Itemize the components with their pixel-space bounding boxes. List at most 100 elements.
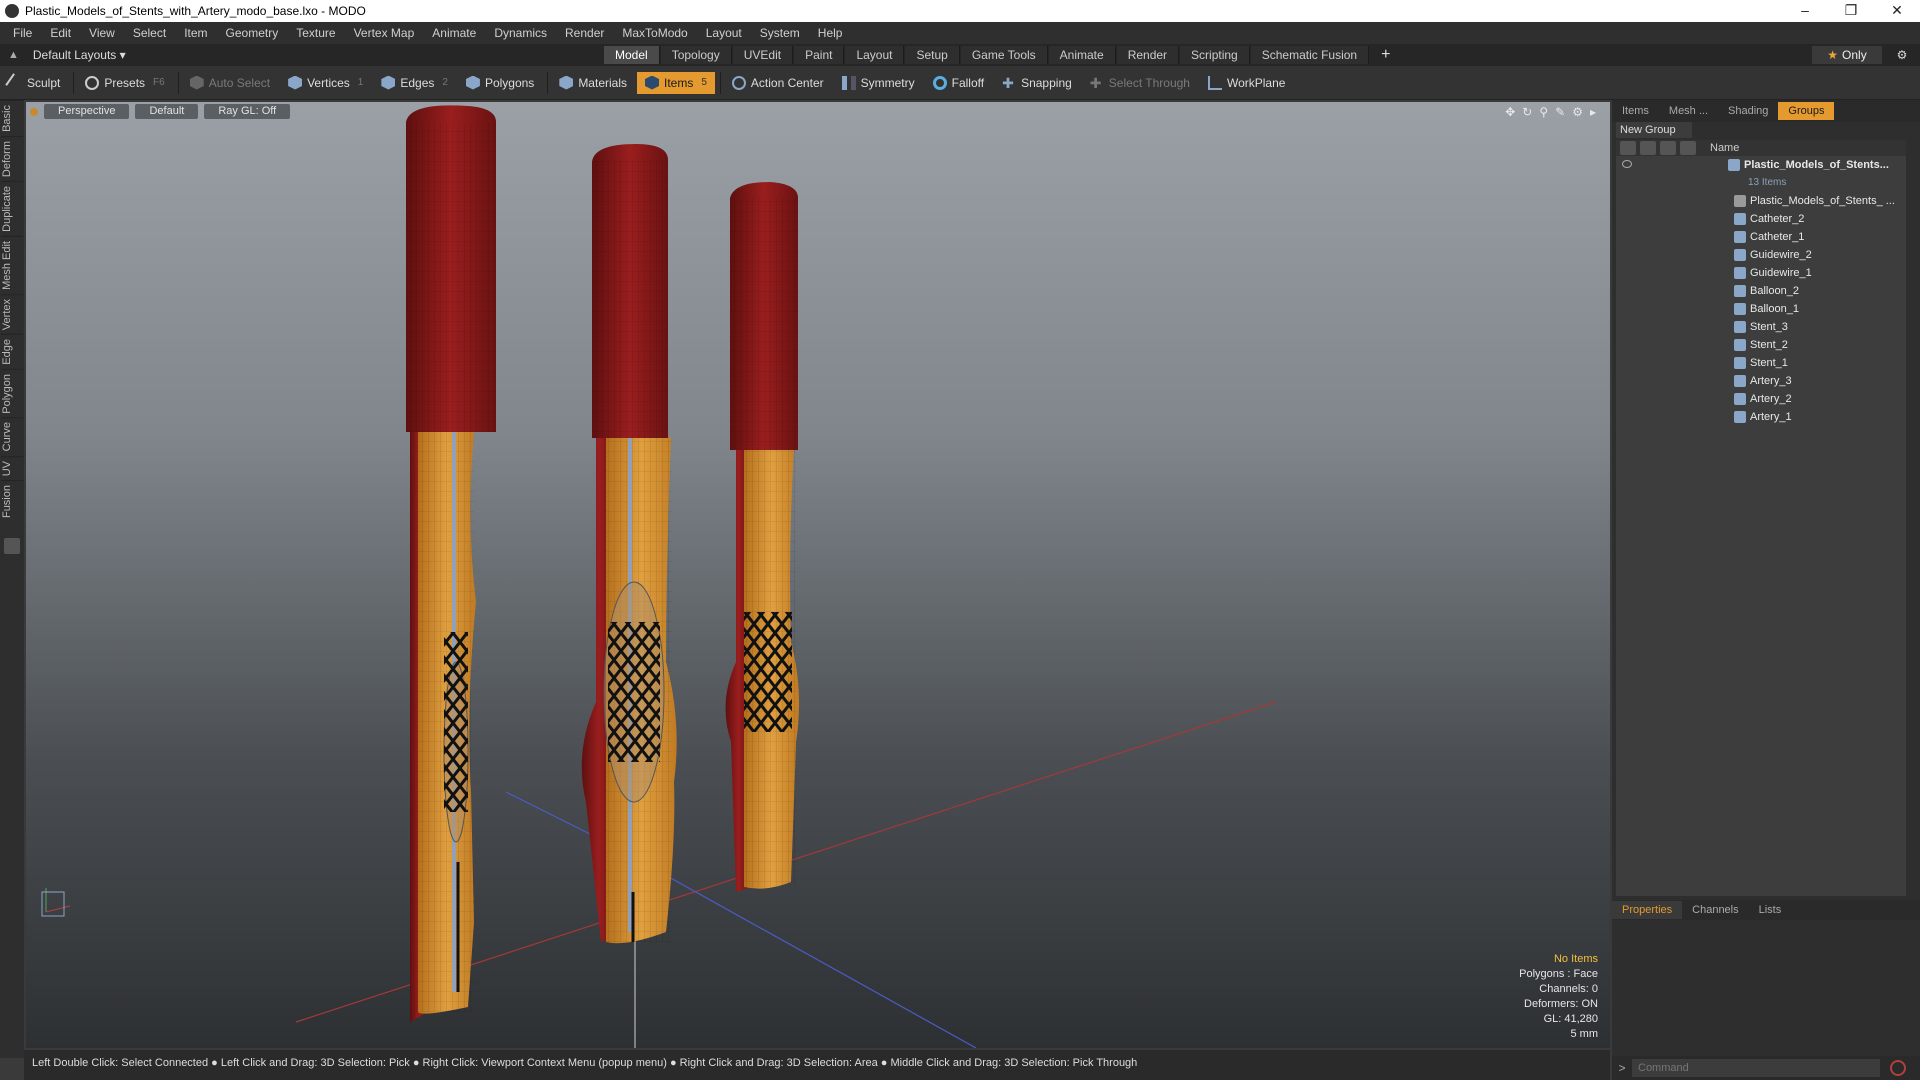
tab-items[interactable]: Items [1612, 102, 1659, 120]
tab-uv[interactable]: UV [1, 455, 23, 481]
lock-column-icon[interactable] [1660, 141, 1676, 155]
menu-system[interactable]: System [751, 26, 809, 40]
shading-dropdown[interactable]: Default [135, 104, 199, 119]
move-view-icon[interactable]: ✥ [1505, 105, 1515, 119]
menu-dynamics[interactable]: Dynamics [485, 26, 556, 40]
zoom-view-icon[interactable]: ⚲ [1539, 105, 1548, 119]
menu-animate[interactable]: Animate [423, 26, 485, 40]
layouts-dropdown[interactable]: Default Layouts ▾ [33, 48, 126, 62]
tree-row[interactable]: Stent_3 [1616, 318, 1906, 336]
polygons-button[interactable]: Polygons [458, 72, 542, 94]
eye-column-icon[interactable] [1620, 141, 1636, 155]
menu-geometry[interactable]: Geometry [217, 26, 288, 40]
select-through-button[interactable]: ✚ Select Through [1082, 72, 1198, 94]
items-button[interactable]: Items 5 [637, 71, 715, 94]
menu-vertex-map[interactable]: Vertex Map [345, 26, 424, 40]
select-column-icon[interactable] [1680, 141, 1696, 155]
tab-mesh[interactable]: Mesh ... [1659, 102, 1718, 120]
tree-row[interactable]: Catheter_2 [1616, 210, 1906, 228]
tab-mesh-edit[interactable]: Mesh Edit [1, 235, 23, 294]
tree-row[interactable]: Plastic_Models_of_Stents_ ... [1616, 192, 1906, 210]
falloff-button[interactable]: Falloff [925, 72, 992, 94]
tab-fusion[interactable]: Fusion [1, 480, 23, 523]
tab-channels[interactable]: Channels [1682, 901, 1748, 919]
symmetry-button[interactable]: Symmetry [834, 72, 923, 94]
tab-paint[interactable]: Paint [794, 46, 845, 64]
tab-properties[interactable]: Properties [1612, 901, 1683, 919]
tree-row[interactable]: Balloon_1 [1616, 300, 1906, 318]
viewport-more-icon[interactable]: ▸ [1590, 105, 1596, 119]
tab-edge[interactable]: Edge [1, 333, 23, 369]
menu-texture[interactable]: Texture [287, 26, 344, 40]
tab-render[interactable]: Render [1116, 46, 1180, 64]
minimize-button[interactable]: – [1782, 0, 1828, 22]
panel-toggle-button[interactable] [4, 538, 20, 555]
materials-button[interactable]: Materials [551, 72, 635, 94]
menu-edit[interactable]: Edit [41, 26, 80, 40]
menu-help[interactable]: Help [809, 26, 852, 40]
tab-deform[interactable]: Deform [1, 135, 23, 181]
rotate-view-icon[interactable]: ↻ [1522, 105, 1532, 119]
menu-view[interactable]: View [80, 26, 124, 40]
snapping-button[interactable]: ✚ Snapping [994, 72, 1080, 94]
render-column-icon[interactable] [1640, 141, 1656, 155]
add-tab-icon[interactable]: + [1370, 46, 1401, 64]
3d-viewport[interactable]: Perspective Default Ray GL: Off ✥ ↻ ⚲ ✎ … [26, 102, 1610, 1048]
tab-model[interactable]: Model [604, 46, 660, 64]
raygl-toggle[interactable]: Ray GL: Off [204, 104, 291, 119]
view-mode-dropdown[interactable]: Perspective [44, 104, 130, 119]
workplane-button[interactable]: WorkPlane [1200, 72, 1293, 94]
tab-animate[interactable]: Animate [1048, 46, 1116, 64]
only-button[interactable]: ★ Only [1812, 46, 1882, 64]
menu-maxtomodo[interactable]: MaxToModo [613, 26, 696, 40]
tree-row[interactable]: Artery_1 [1616, 408, 1906, 426]
tree-row[interactable]: Guidewire_1 [1616, 264, 1906, 282]
viewport-gear-icon[interactable]: ⚙ [1572, 105, 1583, 119]
menu-layout[interactable]: Layout [697, 26, 751, 40]
tree-row[interactable]: Catheter_1 [1616, 228, 1906, 246]
tab-game-tools[interactable]: Game Tools [960, 46, 1048, 64]
vertices-button[interactable]: Vertices 1 [280, 72, 371, 94]
tree-root-row[interactable]: Plastic_Models_of_Stents... [1616, 156, 1906, 174]
presets-button[interactable]: Presets F6 [77, 72, 172, 94]
menu-select[interactable]: Select [124, 26, 175, 40]
tree-row[interactable]: Balloon_2 [1616, 282, 1906, 300]
auto-select-button[interactable]: Auto Select [182, 72, 278, 94]
tree-row[interactable]: Artery_2 [1616, 390, 1906, 408]
tab-duplicate[interactable]: Duplicate [1, 180, 23, 236]
menu-item[interactable]: Item [175, 26, 216, 40]
edges-button[interactable]: Edges 2 [373, 72, 456, 94]
name-column-header[interactable]: Name [1710, 142, 1739, 154]
new-group-button[interactable]: New Group [1616, 122, 1692, 138]
tab-polygon[interactable]: Polygon [1, 368, 23, 418]
menu-file[interactable]: File [4, 26, 41, 40]
tab-scripting[interactable]: Scripting [1180, 46, 1250, 64]
tree-row[interactable]: Stent_1 [1616, 354, 1906, 372]
tab-setup[interactable]: Setup [905, 46, 960, 64]
restore-button[interactable]: ❐ [1828, 0, 1874, 22]
tab-shading[interactable]: Shading [1718, 102, 1778, 120]
tree-row[interactable]: Guidewire_2 [1616, 246, 1906, 264]
command-input[interactable] [1632, 1059, 1880, 1077]
tree-row[interactable]: Stent_2 [1616, 336, 1906, 354]
brush-view-icon[interactable]: ✎ [1555, 105, 1565, 119]
tab-groups[interactable]: Groups [1778, 102, 1835, 120]
tab-schematic-fusion[interactable]: Schematic Fusion [1250, 46, 1370, 64]
tab-basic[interactable]: Basic [1, 100, 23, 136]
collapse-arrow-icon[interactable]: ▲ [8, 49, 19, 61]
gear-icon[interactable]: ⚙ [1892, 46, 1912, 64]
tab-lists[interactable]: Lists [1749, 901, 1792, 919]
menu-render[interactable]: Render [556, 26, 613, 40]
tab-vertex[interactable]: Vertex [1, 293, 23, 334]
tree-row[interactable]: Artery_3 [1616, 372, 1906, 390]
edges-label: Edges [400, 75, 435, 90]
sculpt-button[interactable]: Sculpt [0, 72, 68, 94]
tab-topology[interactable]: Topology [660, 46, 732, 64]
eye-icon[interactable] [1622, 160, 1632, 168]
action-center-button[interactable]: Action Center [724, 72, 832, 94]
record-icon[interactable] [1890, 1060, 1906, 1076]
tab-uvedit[interactable]: UVEdit [732, 46, 794, 64]
tab-layout[interactable]: Layout [845, 46, 905, 64]
tab-curve[interactable]: Curve [1, 417, 23, 456]
close-button[interactable]: ✕ [1874, 0, 1920, 22]
